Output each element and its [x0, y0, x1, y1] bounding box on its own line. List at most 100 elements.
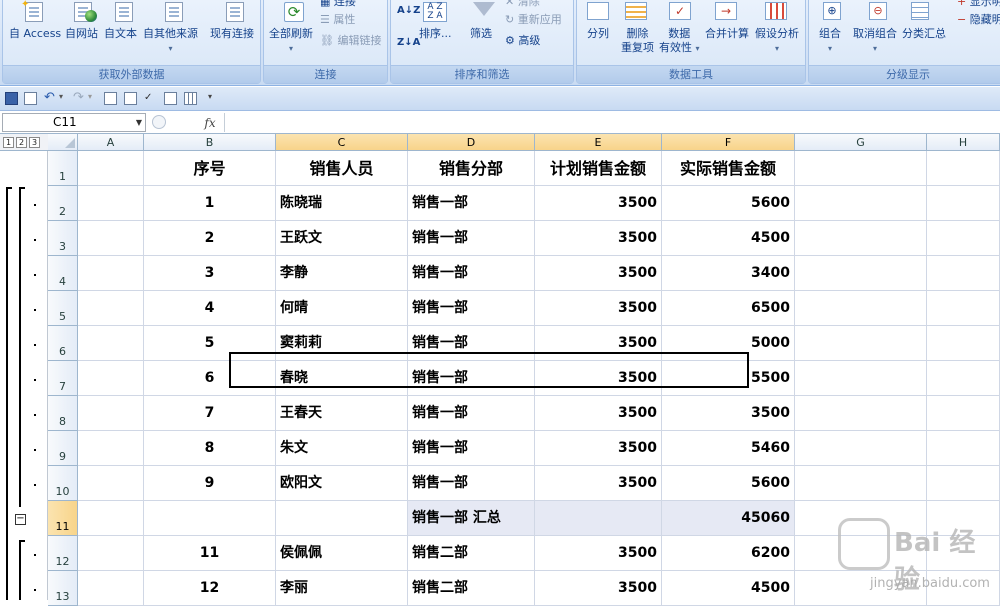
cell-branch[interactable]: 销售一部	[408, 326, 535, 361]
form-icon[interactable]	[124, 92, 137, 105]
cell-branch[interactable]: 销售一部	[408, 466, 535, 501]
outline-level-3-button[interactable]: 3	[29, 137, 40, 148]
cell-index[interactable]	[144, 501, 276, 536]
save-icon[interactable]	[5, 92, 18, 105]
cell-salesperson[interactable]: 李丽	[276, 571, 408, 606]
cell-index[interactable]: 9	[144, 466, 276, 501]
cell-branch[interactable]: 销售二部	[408, 571, 535, 606]
cell-index[interactable]: 2	[144, 221, 276, 256]
cell-index[interactable]: 1	[144, 186, 276, 221]
ungroup-button[interactable]: 取消组合 ▾	[853, 27, 897, 56]
clear-filter-button[interactable]: ✕ 清除	[505, 0, 540, 9]
column-header-h[interactable]: H	[927, 134, 1000, 151]
cell-index[interactable]: 7	[144, 396, 276, 431]
column-header-e[interactable]: E	[535, 134, 662, 151]
cell-planned[interactable]: 3500	[535, 291, 662, 326]
active-cell-c11[interactable]	[276, 501, 408, 536]
cell-a[interactable]	[78, 361, 144, 396]
row-header[interactable]: 6	[48, 326, 78, 361]
cell-h[interactable]	[927, 186, 1000, 221]
cell-planned[interactable]: 3500	[535, 431, 662, 466]
subtotal-label-cell[interactable]: 销售一部 汇总	[408, 501, 535, 536]
row-header[interactable]: 13	[48, 571, 78, 606]
cell-g[interactable]	[795, 466, 927, 501]
hide-detail-button[interactable]: − 隐藏明	[957, 13, 1000, 27]
sort-asc-quick-icon[interactable]	[104, 92, 117, 105]
customize-toolbar-icon[interactable]: ▾	[208, 92, 221, 105]
cell-g[interactable]	[795, 151, 927, 186]
cell-planned[interactable]: 3500	[535, 256, 662, 291]
what-if-analysis-button[interactable]: 假设分析 ▾	[755, 27, 799, 56]
cell-branch[interactable]: 销售一部	[408, 221, 535, 256]
reapply-button[interactable]: ↻ 重新应用	[505, 13, 562, 27]
redo-dropdown-icon[interactable]: ▾	[88, 92, 101, 105]
cell-g[interactable]	[795, 326, 927, 361]
cell-actual[interactable]: 5600	[662, 466, 795, 501]
cell-index[interactable]: 6	[144, 361, 276, 396]
existing-connections-button[interactable]: 现有连接	[210, 27, 254, 41]
cell-branch[interactable]: 销售一部	[408, 431, 535, 466]
header-cell-index[interactable]: 序号	[144, 151, 276, 186]
header-cell-salesperson[interactable]: 销售人员	[276, 151, 408, 186]
data-validation-button[interactable]: 数据 有效性 ▾	[659, 27, 700, 56]
cell-g[interactable]	[795, 221, 927, 256]
edit-links-button[interactable]: ⛓ 编辑链接	[320, 34, 381, 48]
cell-g[interactable]	[795, 256, 927, 291]
formula-bar-separator[interactable]	[152, 113, 198, 132]
sort-button[interactable]: 排序...	[419, 27, 452, 41]
cell-a[interactable]	[78, 396, 144, 431]
row-header[interactable]: 8	[48, 396, 78, 431]
column-header-d[interactable]: D	[408, 134, 535, 151]
cell-salesperson[interactable]: 窦莉莉	[276, 326, 408, 361]
filter-button[interactable]: 筛选	[470, 27, 492, 41]
column-header-c[interactable]: C	[276, 134, 408, 151]
cell-a[interactable]	[78, 186, 144, 221]
cell-h[interactable]	[927, 221, 1000, 256]
connections-button[interactable]: ▦ 连接	[320, 0, 356, 9]
cell-actual[interactable]: 5460	[662, 431, 795, 466]
row-header[interactable]: 9	[48, 431, 78, 466]
table-icon[interactable]	[184, 92, 197, 105]
cell-salesperson[interactable]: 春晓	[276, 361, 408, 396]
outline-level-2-button[interactable]: 2	[16, 137, 27, 148]
column-header-f[interactable]: F	[662, 134, 795, 151]
header-cell-branch[interactable]: 销售分部	[408, 151, 535, 186]
group-button[interactable]: 组合 ▾	[819, 27, 841, 56]
cell-a[interactable]	[78, 151, 144, 186]
cell-salesperson[interactable]: 陈晓瑞	[276, 186, 408, 221]
cell-planned[interactable]: 3500	[535, 361, 662, 396]
cell-g[interactable]	[795, 186, 927, 221]
cell-planned[interactable]: 3500	[535, 466, 662, 501]
cell-g[interactable]	[795, 361, 927, 396]
subtotal-button[interactable]: 分类汇总	[902, 27, 946, 41]
cell-salesperson[interactable]: 李静	[276, 256, 408, 291]
row-header[interactable]: 1	[48, 151, 78, 186]
cell-actual[interactable]: 6200	[662, 536, 795, 571]
cell-salesperson[interactable]: 欧阳文	[276, 466, 408, 501]
cell-branch[interactable]: 销售一部	[408, 186, 535, 221]
cell-g[interactable]	[795, 396, 927, 431]
from-web-button[interactable]: 自网站	[65, 27, 98, 41]
new-file-icon[interactable]	[24, 92, 37, 105]
cell-index[interactable]: 5	[144, 326, 276, 361]
cell-h[interactable]	[927, 466, 1000, 501]
cell-a[interactable]	[78, 536, 144, 571]
cell-index[interactable]: 3	[144, 256, 276, 291]
cell-branch[interactable]: 销售一部	[408, 361, 535, 396]
redo-icon[interactable]: ↷	[73, 91, 86, 105]
from-text-button[interactable]: 自文本	[104, 27, 137, 41]
formula-bar-handle-icon[interactable]	[152, 115, 166, 129]
cell-a[interactable]	[78, 501, 144, 536]
show-detail-button[interactable]: + 显示明	[957, 0, 1000, 9]
header-cell-planned[interactable]: 计划销售金额	[535, 151, 662, 186]
cell-g[interactable]	[795, 291, 927, 326]
cell-h[interactable]	[927, 431, 1000, 466]
cell-actual[interactable]: 4500	[662, 571, 795, 606]
undo-icon[interactable]: ↶	[44, 91, 57, 105]
cell-h[interactable]	[927, 151, 1000, 186]
cell-actual[interactable]: 5600	[662, 186, 795, 221]
column-header-a[interactable]: A	[78, 134, 144, 151]
row-header[interactable]: 12	[48, 536, 78, 571]
print-preview-icon[interactable]	[164, 92, 177, 105]
sort-ascending-button[interactable]: A↓Z	[397, 4, 420, 18]
